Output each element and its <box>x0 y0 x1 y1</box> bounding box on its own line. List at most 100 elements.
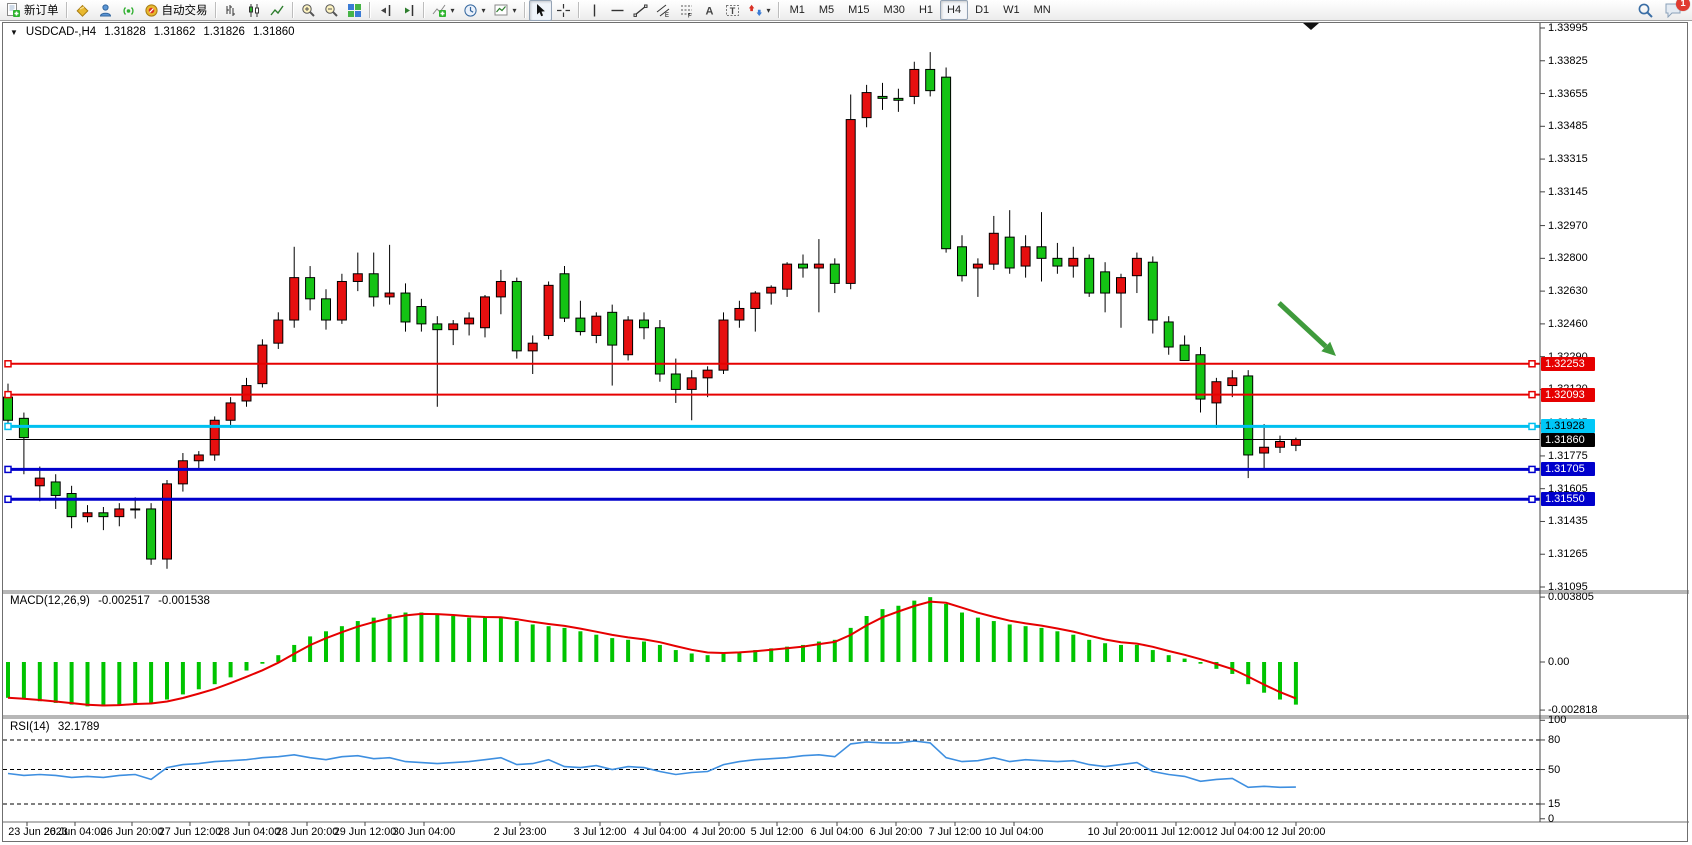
price-axis-label: 1.32460 <box>1548 318 1588 330</box>
macd-axis-label: 0.00 <box>1548 656 1569 668</box>
price-axis-label: 1.33485 <box>1548 120 1588 132</box>
community-button[interactable] <box>94 0 117 21</box>
chat-button[interactable]: 1 <box>1664 2 1682 18</box>
timeframe-h4-button[interactable]: H4 <box>940 0 968 20</box>
candle-body <box>942 77 951 249</box>
signals-button[interactable] <box>117 0 140 21</box>
zoom-out-button[interactable] <box>320 0 343 21</box>
channel-icon: E <box>656 3 671 18</box>
candle-body <box>814 264 823 268</box>
hline-price-tag[interactable]: 1.31550 <box>1541 492 1595 506</box>
candle-body <box>337 281 346 320</box>
arrow-annotation[interactable] <box>1279 303 1326 346</box>
chart-shift-button[interactable] <box>374 0 397 21</box>
chart-symbol: USDCAD-,H4 <box>26 26 96 38</box>
toolbar-right-group: 1 <box>1637 2 1692 18</box>
chevron-down-icon[interactable]: ▾ <box>482 6 486 15</box>
cursor-button[interactable] <box>529 0 552 21</box>
timeframe-h1-button[interactable]: H1 <box>912 0 940 20</box>
hline-left-anchor[interactable] <box>5 423 11 429</box>
svg-text:T: T <box>729 6 735 16</box>
collapse-triangle-icon[interactable]: ▼ <box>10 28 18 37</box>
periods-button[interactable]: ▾ <box>459 0 490 21</box>
hline-left-anchor[interactable] <box>5 466 11 472</box>
templates-button[interactable]: ▾ <box>490 0 521 21</box>
toolbar-separator <box>292 2 294 18</box>
time-axis-label: 12 Jul 20:00 <box>1267 826 1326 838</box>
crosshair-button[interactable] <box>552 0 575 21</box>
clock-icon <box>463 3 478 18</box>
chevron-down-icon[interactable]: ▾ <box>451 6 455 15</box>
arrows-button[interactable]: ▾ <box>744 0 775 21</box>
fibonacci-button[interactable]: F <box>675 0 698 21</box>
timeframe-m15-button[interactable]: M15 <box>841 0 876 20</box>
equidistant-channel-button[interactable]: E <box>652 0 675 21</box>
candle-body <box>131 509 140 510</box>
chart-shift-marker-icon[interactable] <box>1303 23 1319 30</box>
candle-body <box>1180 345 1189 360</box>
time-axis-label: 27 Jun 12:00 <box>159 826 221 838</box>
candle-body <box>1117 278 1126 293</box>
market-button[interactable] <box>71 0 94 21</box>
text-button[interactable]: A <box>698 0 721 21</box>
chart-title[interactable]: ▼ USDCAD-,H4 1.31828 1.31862 1.31826 1.3… <box>10 26 298 38</box>
candle-body <box>1101 272 1110 293</box>
hline-price-tag[interactable]: 1.32253 <box>1541 357 1595 371</box>
hline-right-anchor[interactable] <box>1529 361 1535 367</box>
chart-plot[interactable] <box>0 0 1692 845</box>
hline-left-anchor[interactable] <box>5 392 11 398</box>
toolbar-separator <box>778 2 780 18</box>
macd-main-value: -0.002517 <box>98 595 150 607</box>
timeframe-mn-button[interactable]: MN <box>1027 0 1058 20</box>
hline-left-anchor[interactable] <box>5 496 11 502</box>
price-axis-label: 1.33315 <box>1548 153 1588 165</box>
auto-trading-label: 自动交易 <box>162 2 208 18</box>
hline-left-anchor[interactable] <box>5 361 11 367</box>
indicators-button[interactable]: ▾ <box>428 0 459 21</box>
candle-body <box>640 320 649 328</box>
candle-body <box>147 509 156 559</box>
textA-icon: A <box>702 3 717 18</box>
macd-indicator-label: MACD(12,26,9) -0.002517 -0.001538 <box>10 595 215 607</box>
timeframe-w1-button[interactable]: W1 <box>996 0 1027 20</box>
chevron-down-icon[interactable]: ▾ <box>767 6 771 15</box>
timeframe-m30-button[interactable]: M30 <box>877 0 912 20</box>
timeframe-m5-button[interactable]: M5 <box>812 0 841 20</box>
trendline-button[interactable] <box>629 0 652 21</box>
hline-right-anchor[interactable] <box>1529 496 1535 502</box>
time-axis-label: 26 Jun 20:00 <box>101 826 163 838</box>
candle-body <box>226 403 235 420</box>
mt4-window: { "toolbar": { "items": [ {"name":"new-o… <box>0 0 1692 845</box>
hline-right-anchor[interactable] <box>1529 392 1535 398</box>
candle-body <box>878 96 887 98</box>
rsi-name: RSI(14) <box>10 721 50 733</box>
hline-price-tag[interactable]: 1.31928 <box>1541 419 1595 433</box>
time-axis-label: 2 Jul 23:00 <box>494 826 547 838</box>
horizontal-line-button[interactable] <box>606 0 629 21</box>
line-chart-button[interactable] <box>266 0 289 21</box>
timeframe-m1-button[interactable]: M1 <box>783 0 812 20</box>
current-price-tag: 1.31860 <box>1541 433 1595 447</box>
candle-chart-button[interactable] <box>243 0 266 21</box>
arrows-icon <box>748 3 763 18</box>
hline-price-tag[interactable]: 1.32093 <box>1541 388 1595 402</box>
hline-price-tag[interactable]: 1.31705 <box>1541 462 1595 476</box>
new-order-button[interactable]: 新订单 <box>2 0 63 21</box>
rsi-indicator-label: RSI(14) 32.1789 <box>10 721 104 733</box>
hline-right-anchor[interactable] <box>1529 423 1535 429</box>
chevron-down-icon[interactable]: ▾ <box>513 6 517 15</box>
candle-body <box>608 312 617 345</box>
auto-trading-button[interactable]: 自动交易 <box>140 0 212 21</box>
bar-chart-button[interactable] <box>220 0 243 21</box>
candle-body <box>1244 376 1253 455</box>
candle-body <box>560 274 569 318</box>
text-label-button[interactable]: T <box>721 0 744 21</box>
tile-windows-button[interactable] <box>343 0 366 21</box>
search-icon[interactable] <box>1637 3 1654 18</box>
zoom-in-button[interactable] <box>297 0 320 21</box>
hline-right-anchor[interactable] <box>1529 466 1535 472</box>
crosshair-icon <box>556 3 571 18</box>
vertical-line-button[interactable] <box>583 0 606 21</box>
auto-scroll-button[interactable] <box>397 0 420 21</box>
timeframe-d1-button[interactable]: D1 <box>968 0 996 20</box>
